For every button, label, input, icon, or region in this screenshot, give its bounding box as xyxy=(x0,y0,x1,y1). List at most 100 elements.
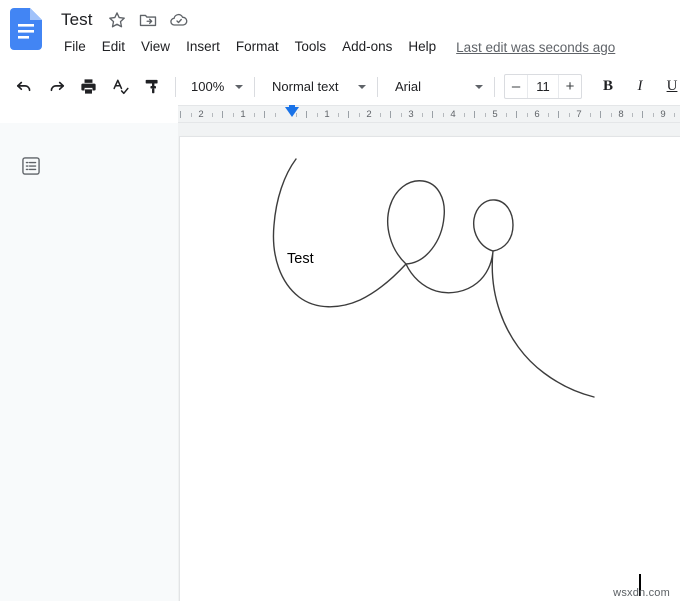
star-icon[interactable] xyxy=(107,10,127,30)
menu-add-ons[interactable]: Add-ons xyxy=(334,35,400,59)
undo-icon[interactable] xyxy=(10,73,38,101)
ruler-number: 2 xyxy=(198,109,204,120)
document-page[interactable]: Test xyxy=(180,137,680,601)
ruler-number: 3 xyxy=(408,109,414,120)
app-header: Test File Edit View Insert Format Tools … xyxy=(0,0,680,68)
menu-help[interactable]: Help xyxy=(400,35,444,59)
ruler-tick xyxy=(233,113,234,117)
ruler-tick xyxy=(432,111,433,118)
toolbar-separator xyxy=(254,76,255,97)
ruler-number: 5 xyxy=(492,109,498,120)
toolbar-separator xyxy=(377,76,378,97)
freehand-scribble[interactable] xyxy=(180,137,680,601)
ruler-tick xyxy=(180,111,181,118)
italic-button[interactable]: I xyxy=(627,74,653,100)
menu-bar: File Edit View Insert Format Tools Add-o… xyxy=(56,35,615,59)
menu-edit[interactable]: Edit xyxy=(94,35,133,59)
ruler-tick xyxy=(632,113,633,117)
ruler-tick xyxy=(569,113,570,117)
bold-button[interactable]: B xyxy=(595,74,621,100)
ruler-tick xyxy=(600,111,601,118)
menu-format[interactable]: Format xyxy=(228,35,287,59)
ruler-number: 7 xyxy=(576,109,582,120)
ruler-number: 6 xyxy=(534,109,540,120)
underline-button[interactable]: U xyxy=(659,74,680,100)
font-size-value[interactable]: 11 xyxy=(527,75,559,98)
ruler-tick xyxy=(485,113,486,117)
document-title[interactable]: Test xyxy=(58,9,96,31)
menu-view[interactable]: View xyxy=(133,35,178,59)
ruler-tick xyxy=(380,113,381,117)
ruler-number: 9 xyxy=(660,109,666,120)
ruler-tick xyxy=(516,111,517,118)
outline-rail xyxy=(0,123,178,601)
zoom-dropdown[interactable]: 100% xyxy=(183,74,247,100)
ruler-tick xyxy=(506,113,507,117)
toolbar-separator xyxy=(494,76,495,97)
document-outline-icon[interactable] xyxy=(18,153,44,179)
scribble-path xyxy=(272,158,595,398)
ruler-tick xyxy=(443,113,444,117)
font-size-stepper[interactable]: – 11 + xyxy=(504,74,582,99)
ruler-tick xyxy=(558,111,559,118)
chevron-down-icon xyxy=(358,84,366,89)
move-to-folder-icon[interactable] xyxy=(138,10,158,30)
ruler-tick xyxy=(212,113,213,117)
google-docs-icon[interactable] xyxy=(10,8,42,50)
horizontal-ruler[interactable]: 2 1 1 2 3 4 5 6 7 8 9 xyxy=(178,105,680,123)
ruler-tick xyxy=(264,111,265,118)
watermark: wsxdn.com xyxy=(613,587,670,599)
cloud-saved-icon[interactable] xyxy=(169,10,189,30)
chevron-down-icon xyxy=(235,84,243,89)
toolbar: 100% Normal text Arial – 11 + B I U xyxy=(0,68,680,105)
print-icon[interactable] xyxy=(74,73,102,101)
paint-format-icon[interactable] xyxy=(138,73,166,101)
ruler-number: 1 xyxy=(324,109,330,120)
ruler-tick xyxy=(306,111,307,118)
ruler-tick xyxy=(338,113,339,117)
paragraph-style-value: Normal text xyxy=(272,79,339,94)
ruler-bar: 2 1 1 2 3 4 5 6 7 8 9 xyxy=(0,105,680,123)
ruler-tick xyxy=(590,113,591,117)
ruler-tick xyxy=(422,113,423,117)
ruler-tick xyxy=(359,113,360,117)
font-family-dropdown[interactable]: Arial xyxy=(385,74,487,100)
ruler-tick xyxy=(548,113,549,117)
last-edit-status[interactable]: Last edit was seconds ago xyxy=(456,40,615,55)
left-indent-marker[interactable] xyxy=(285,105,299,117)
ruler-tick xyxy=(348,111,349,118)
font-family-value: Arial xyxy=(395,79,422,94)
ruler-tick xyxy=(222,111,223,118)
font-size-decrease-button[interactable]: – xyxy=(505,75,527,98)
ruler-tick xyxy=(474,111,475,118)
ruler-tick xyxy=(611,113,612,117)
chevron-down-icon xyxy=(475,84,483,89)
font-size-increase-button[interactable]: + xyxy=(559,75,581,98)
ruler-tick xyxy=(464,113,465,117)
ruler-tick xyxy=(527,113,528,117)
ruler-number: 1 xyxy=(240,109,246,120)
zoom-value: 100% xyxy=(191,79,225,94)
ruler-tick xyxy=(401,113,402,117)
ruler-tick xyxy=(674,113,675,117)
paragraph-style-dropdown[interactable]: Normal text xyxy=(262,74,370,100)
menu-insert[interactable]: Insert xyxy=(178,35,228,59)
ruler-tick xyxy=(642,111,643,118)
ruler-tick xyxy=(653,113,654,117)
ruler-number: 8 xyxy=(618,109,624,120)
ruler-ticks: 2 1 1 2 3 4 5 6 7 8 9 xyxy=(178,106,680,122)
menu-file[interactable]: File xyxy=(56,35,94,59)
ruler-tick xyxy=(275,113,276,117)
redo-icon[interactable] xyxy=(42,73,70,101)
toolbar-separator xyxy=(175,76,176,97)
ruler-tick xyxy=(254,113,255,117)
spelling-check-icon[interactable] xyxy=(106,73,134,101)
ruler-number: 4 xyxy=(450,109,456,120)
menu-tools[interactable]: Tools xyxy=(287,35,335,59)
ruler-tick xyxy=(317,113,318,117)
ruler-tick xyxy=(191,113,192,117)
title-row: Test xyxy=(58,6,189,34)
document-body: Test wsxdn.com xyxy=(0,123,680,601)
google-docs-window: Test File Edit View Insert Format Tools … xyxy=(0,0,680,601)
ruler-tick xyxy=(390,111,391,118)
